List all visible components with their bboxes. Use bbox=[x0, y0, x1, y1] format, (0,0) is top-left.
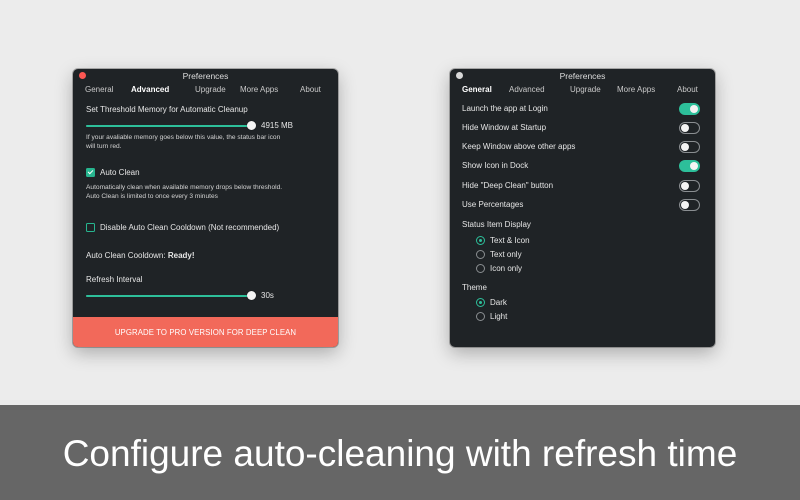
hide-window-toggle[interactable] bbox=[679, 122, 700, 134]
theme-heading: Theme bbox=[462, 283, 487, 292]
slider-fill bbox=[86, 295, 251, 297]
tab-advanced[interactable]: Advanced bbox=[509, 85, 545, 94]
radio-label-theme-dark: Dark bbox=[490, 298, 507, 307]
toggle-knob bbox=[681, 124, 689, 132]
toggle-label-use-percentages: Use Percentages bbox=[462, 200, 524, 209]
tab-bar: General Advanced Upgrade More Apps About bbox=[450, 82, 715, 96]
threshold-description: If your avaliable memory goes below this… bbox=[86, 133, 280, 152]
tab-upgrade[interactable]: Upgrade bbox=[195, 85, 226, 94]
auto-clean-checkbox[interactable] bbox=[86, 168, 95, 177]
tab-more-apps[interactable]: More Apps bbox=[240, 85, 278, 94]
refresh-interval-value: 30s bbox=[261, 291, 274, 300]
radio-label-icon-only: Icon only bbox=[490, 264, 523, 273]
preferences-window-advanced: Preferences General Advanced Upgrade Mor… bbox=[73, 69, 338, 347]
tab-about[interactable]: About bbox=[677, 85, 698, 94]
slider-knob[interactable] bbox=[246, 291, 256, 300]
tab-general[interactable]: General bbox=[85, 85, 113, 94]
cooldown-status-label: Auto Clean Cooldown: bbox=[86, 251, 166, 260]
keep-above-toggle[interactable] bbox=[679, 141, 700, 153]
title-bar: Preferences bbox=[73, 69, 338, 82]
toggle-knob bbox=[681, 143, 689, 151]
refresh-interval-label: Refresh Interval bbox=[86, 275, 143, 284]
toggle-label-hide-window: Hide Window at Startup bbox=[462, 123, 547, 132]
radio-theme-light[interactable] bbox=[476, 312, 485, 321]
show-icon-dock-toggle[interactable] bbox=[679, 160, 700, 172]
slider-knob[interactable] bbox=[246, 121, 256, 130]
status-item-heading: Status Item Display bbox=[462, 220, 531, 229]
radio-label-theme-light: Light bbox=[490, 312, 508, 321]
toggle-knob bbox=[681, 201, 689, 209]
tab-advanced[interactable]: Advanced bbox=[131, 85, 169, 94]
caption-bar: Configure auto-cleaning with refresh tim… bbox=[0, 405, 800, 500]
toggle-label-keep-above: Keep Window above other apps bbox=[462, 142, 576, 151]
window-title: Preferences bbox=[559, 71, 606, 81]
toggle-knob bbox=[690, 105, 698, 113]
radio-text-only[interactable] bbox=[476, 250, 485, 259]
cooldown-status-value: Ready! bbox=[167, 251, 195, 260]
threshold-desc-line1: If your avaliable memory goes below this… bbox=[86, 134, 281, 141]
tab-more-apps[interactable]: More Apps bbox=[617, 85, 655, 94]
threshold-value: 4915 MB bbox=[261, 121, 294, 130]
window-title: Preferences bbox=[182, 71, 229, 81]
toggle-knob bbox=[681, 182, 689, 190]
launch-at-login-toggle[interactable] bbox=[679, 103, 700, 115]
toggle-label-show-icon-dock: Show Icon in Dock bbox=[462, 161, 529, 170]
slider-fill bbox=[86, 125, 251, 127]
auto-clean-description: Automatically clean when available memor… bbox=[86, 183, 282, 202]
upgrade-pro-button[interactable]: UPGRADE TO PRO VERSION FOR DEEP CLEAN bbox=[73, 317, 338, 347]
toggle-knob bbox=[690, 162, 698, 170]
refresh-interval-slider[interactable] bbox=[86, 291, 256, 301]
radio-text-and-icon[interactable] bbox=[476, 236, 485, 245]
radio-label-text-and-icon: Text & Icon bbox=[490, 236, 530, 245]
threshold-heading: Set Threshold Memory for Automatic Clean… bbox=[86, 105, 248, 114]
radio-icon-only[interactable] bbox=[476, 264, 485, 273]
preferences-window-general: Preferences General Advanced Upgrade Mor… bbox=[450, 69, 715, 347]
threshold-slider[interactable] bbox=[86, 121, 256, 131]
disable-cooldown-checkbox[interactable] bbox=[86, 223, 95, 232]
threshold-desc-line2: will turn red. bbox=[86, 143, 122, 151]
title-bar: Preferences bbox=[450, 69, 715, 82]
toggle-label-launch-at-login: Launch the app at Login bbox=[462, 104, 548, 113]
radio-theme-dark[interactable] bbox=[476, 298, 485, 307]
radio-label-text-only: Text only bbox=[490, 250, 522, 259]
cooldown-status: Auto Clean Cooldown: Ready! bbox=[86, 251, 195, 260]
tab-general[interactable]: General bbox=[462, 85, 492, 94]
tab-upgrade[interactable]: Upgrade bbox=[570, 85, 601, 94]
caption-text: Configure auto-cleaning with refresh tim… bbox=[62, 433, 738, 474]
auto-clean-desc-line2: Auto Clean is limited to once every 3 mi… bbox=[86, 193, 218, 201]
auto-clean-label: Auto Clean bbox=[100, 168, 140, 177]
tab-bar: General Advanced Upgrade More Apps About bbox=[73, 82, 338, 96]
tab-about[interactable]: About bbox=[300, 85, 321, 94]
hide-deep-clean-toggle[interactable] bbox=[679, 180, 700, 192]
disable-cooldown-label: Disable Auto Clean Cooldown (Not recomme… bbox=[100, 223, 280, 232]
toggle-label-hide-deep-clean: Hide "Deep Clean" button bbox=[462, 181, 554, 190]
auto-clean-desc-line1: Automatically clean when available memor… bbox=[86, 184, 283, 191]
use-percentages-toggle[interactable] bbox=[679, 199, 700, 211]
